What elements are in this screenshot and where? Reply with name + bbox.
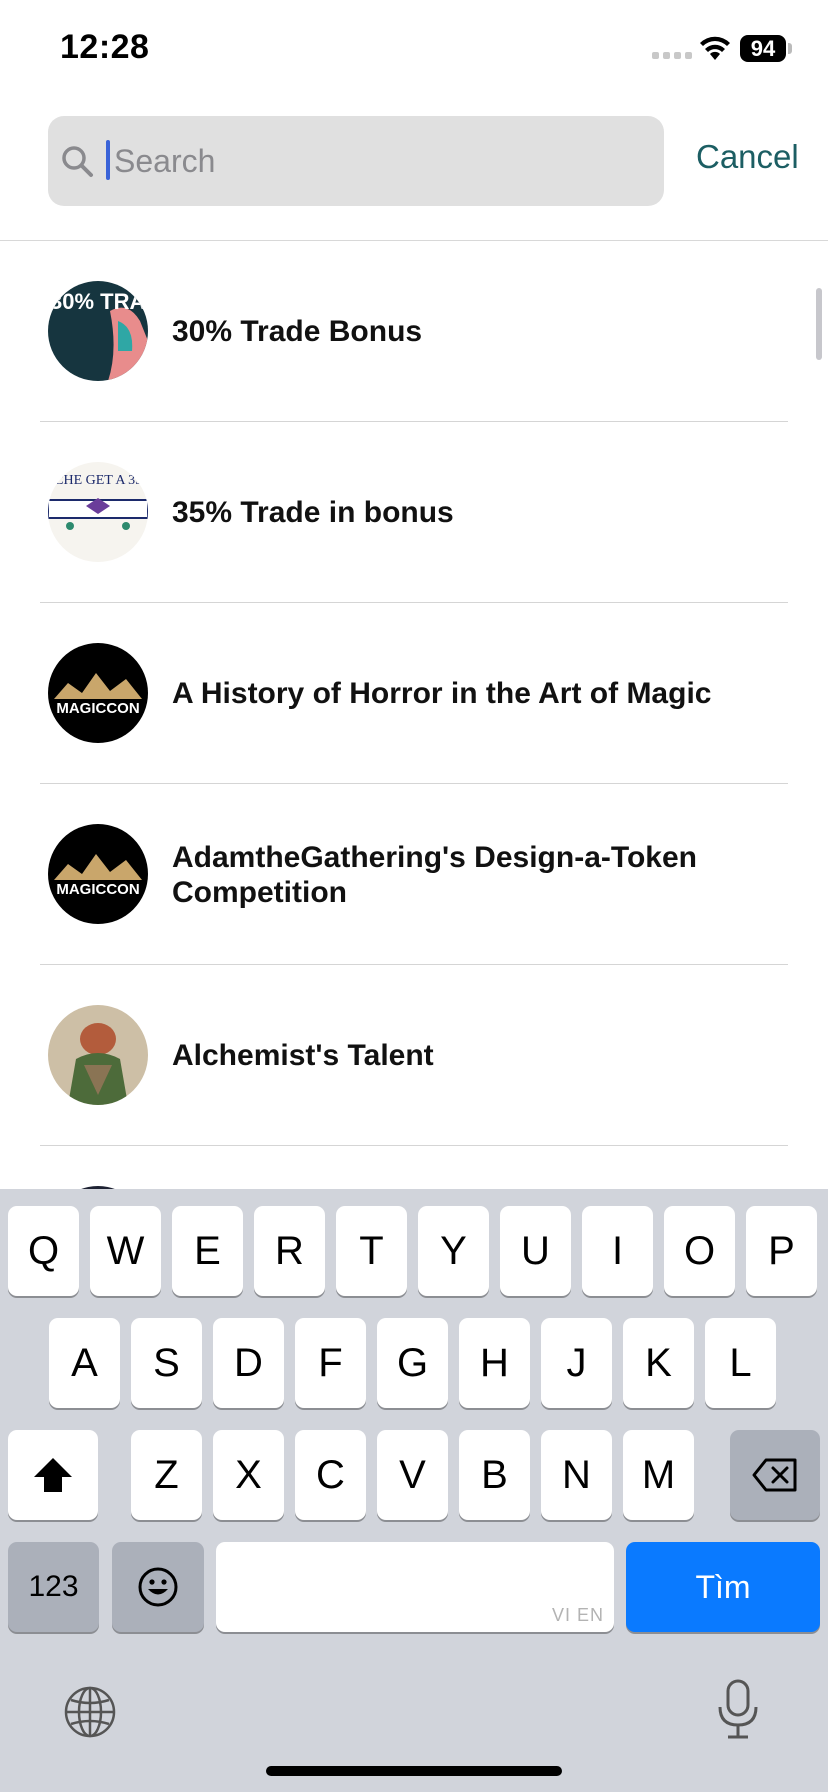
avatar: [48, 1005, 148, 1105]
svg-text:30% TRADE-IN BONUS!: 30% TRADE-IN BONUS!: [50, 289, 148, 314]
svg-text:MAGICCON: MAGICCON: [56, 881, 139, 898]
key-l[interactable]: L: [705, 1318, 776, 1408]
search-go-key[interactable]: Tìm: [626, 1542, 820, 1632]
search-icon: [62, 146, 93, 177]
scroll-indicator[interactable]: [816, 288, 822, 360]
list-item-label: Alchemist's Talent: [172, 1039, 434, 1072]
list-item-label: AdamtheGathering's Design-a-Token Compet…: [172, 840, 697, 909]
keyboard: Q W E R T Y U I O P A S D F G H J K L Z …: [0, 1189, 828, 1792]
search-bar[interactable]: [48, 116, 664, 206]
text-cursor: [106, 140, 110, 180]
key-g[interactable]: G: [377, 1318, 448, 1408]
key-t[interactable]: T: [336, 1206, 407, 1296]
list-item[interactable]: MAGICCON AdamtheGathering's Design-a-Tok…: [0, 784, 828, 965]
globe-icon[interactable]: [63, 1685, 117, 1739]
wifi-icon: [700, 36, 730, 60]
delete-icon: [752, 1458, 797, 1492]
key-n[interactable]: N: [541, 1430, 612, 1520]
status-time: 12:28: [60, 28, 150, 66]
search-input[interactable]: [106, 130, 654, 192]
list-item[interactable]: Alchemist's Talent: [0, 965, 828, 1146]
list-item[interactable]: 30% TRADE-IN BONUS! 30% Trade Bonus: [0, 241, 828, 422]
home-indicator: [266, 1766, 562, 1776]
battery-tip: [788, 43, 792, 54]
key-y[interactable]: Y: [418, 1206, 489, 1296]
microphone-icon[interactable]: [716, 1679, 760, 1741]
emoji-icon: [138, 1567, 178, 1607]
list-item-label: A History of Horror in the Art of Magic: [172, 677, 712, 710]
avatar: MAGICCON: [48, 643, 148, 743]
key-h[interactable]: H: [459, 1318, 530, 1408]
avatar: MAGICCON: [48, 824, 148, 924]
key-i[interactable]: I: [582, 1206, 653, 1296]
key-s[interactable]: S: [131, 1318, 202, 1408]
key-j[interactable]: J: [541, 1318, 612, 1408]
key-a[interactable]: A: [49, 1318, 120, 1408]
key-z[interactable]: Z: [131, 1430, 202, 1520]
key-b[interactable]: B: [459, 1430, 530, 1520]
key-d[interactable]: D: [213, 1318, 284, 1408]
emoji-key[interactable]: [112, 1542, 204, 1632]
key-w[interactable]: W: [90, 1206, 161, 1296]
key-v[interactable]: V: [377, 1430, 448, 1520]
svg-text:CACHE IN CARD CACHE GET A 35%: CACHE IN CARD CACHE GET A 35% TRADE IN B…: [48, 473, 148, 488]
numbers-key[interactable]: 123: [8, 1542, 99, 1632]
key-o[interactable]: O: [664, 1206, 735, 1296]
key-c[interactable]: C: [295, 1430, 366, 1520]
battery-icon: 94: [740, 35, 786, 62]
key-m[interactable]: M: [623, 1430, 694, 1520]
status-bar: 12:28 94: [0, 0, 828, 100]
list-item-label: 35% Trade in bonus: [172, 496, 454, 529]
key-p[interactable]: P: [746, 1206, 817, 1296]
list-item-label: 30% Trade Bonus: [172, 315, 423, 348]
shift-key[interactable]: [8, 1430, 98, 1520]
key-e[interactable]: E: [172, 1206, 243, 1296]
key-q[interactable]: Q: [8, 1206, 79, 1296]
key-k[interactable]: K: [623, 1318, 694, 1408]
cellular-signal-icon: [652, 52, 692, 59]
avatar: 30% TRADE-IN BONUS!: [48, 281, 148, 381]
list-item[interactable]: CACHE IN CARD CACHE GET A 35% TRADE IN B…: [0, 422, 828, 603]
cancel-button[interactable]: Cancel: [696, 138, 799, 176]
delete-key[interactable]: [730, 1430, 820, 1520]
key-x[interactable]: X: [213, 1430, 284, 1520]
language-hint: VI EN: [551, 1605, 604, 1625]
key-r[interactable]: R: [254, 1206, 325, 1296]
svg-text:MAGICCON: MAGICCON: [56, 700, 139, 717]
space-key[interactable]: VI EN: [216, 1542, 614, 1632]
avatar: CACHE IN CARD CACHE GET A 35% TRADE IN B…: [48, 462, 148, 562]
key-f[interactable]: F: [295, 1318, 366, 1408]
shift-icon: [34, 1458, 72, 1492]
list-item[interactable]: MAGICCON A History of Horror in the Art …: [0, 603, 828, 784]
key-u[interactable]: U: [500, 1206, 571, 1296]
